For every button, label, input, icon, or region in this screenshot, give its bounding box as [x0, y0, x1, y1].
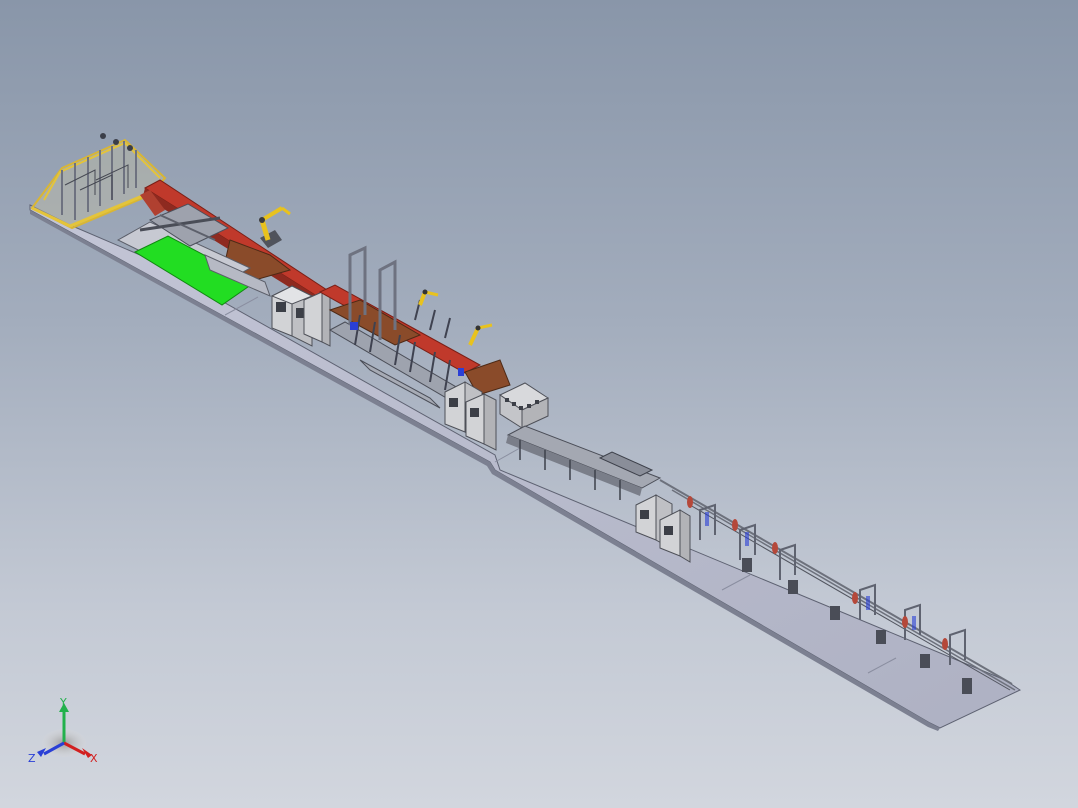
robot-arm-3[interactable] [468, 323, 493, 346]
x-axis-label: X [90, 752, 98, 765]
z-axis-label: Z [28, 752, 36, 765]
y-axis-label: Y [59, 696, 67, 709]
floor-platform[interactable] [29, 204, 1022, 731]
robot-arm-1[interactable] [259, 206, 291, 248]
coordinate-triad[interactable]: Y X Z [28, 696, 98, 765]
cad-model-view[interactable]: Y X Z [0, 0, 1078, 808]
robot-arm-2[interactable] [418, 289, 439, 306]
control-panel-box[interactable] [499, 382, 550, 429]
loading-rack[interactable] [30, 133, 167, 230]
cad-viewport[interactable]: Y X Z [0, 0, 1078, 808]
